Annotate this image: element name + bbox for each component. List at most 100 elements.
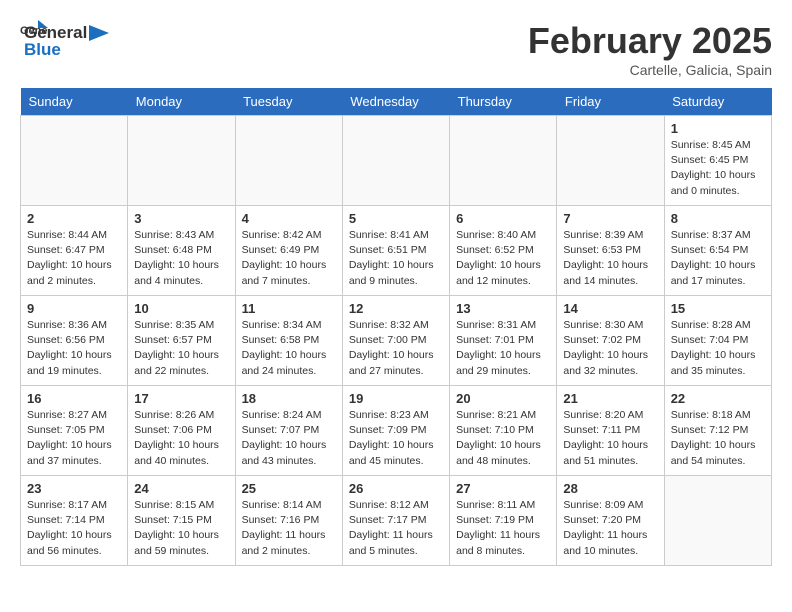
calendar-week-2: 2 Sunrise: 8:44 AM Sunset: 6:47 PM Daylig… — [21, 206, 772, 296]
calendar-cell: 20 Sunrise: 8:21 AM Sunset: 7:10 PM Dayli… — [450, 386, 557, 476]
day-number: 22 — [671, 391, 765, 406]
calendar-cell: 8 Sunrise: 8:37 AM Sunset: 6:54 PM Daylig… — [664, 206, 771, 296]
calendar-cell: 5 Sunrise: 8:41 AM Sunset: 6:51 PM Daylig… — [342, 206, 449, 296]
day-detail: Sunrise: 8:24 AM Sunset: 7:07 PM Dayligh… — [242, 408, 336, 469]
day-detail: Sunrise: 8:27 AM Sunset: 7:05 PM Dayligh… — [27, 408, 121, 469]
day-number: 21 — [563, 391, 657, 406]
day-detail: Sunrise: 8:35 AM Sunset: 6:57 PM Dayligh… — [134, 318, 228, 379]
day-detail: Sunrise: 8:21 AM Sunset: 7:10 PM Dayligh… — [456, 408, 550, 469]
day-detail: Sunrise: 8:45 AM Sunset: 6:45 PM Dayligh… — [671, 138, 765, 199]
day-number: 7 — [563, 211, 657, 226]
day-number: 14 — [563, 301, 657, 316]
calendar-cell: 10 Sunrise: 8:35 AM Sunset: 6:57 PM Dayli… — [128, 296, 235, 386]
day-number: 15 — [671, 301, 765, 316]
calendar-cell: 24 Sunrise: 8:15 AM Sunset: 7:15 PM Dayli… — [128, 476, 235, 566]
day-number: 11 — [242, 301, 336, 316]
day-detail: Sunrise: 8:31 AM Sunset: 7:01 PM Dayligh… — [456, 318, 550, 379]
title-area: February 2025 Cartelle, Galicia, Spain — [528, 20, 772, 78]
day-detail: Sunrise: 8:18 AM Sunset: 7:12 PM Dayligh… — [671, 408, 765, 469]
day-detail: Sunrise: 8:44 AM Sunset: 6:47 PM Dayligh… — [27, 228, 121, 289]
day-number: 20 — [456, 391, 550, 406]
calendar-cell — [235, 116, 342, 206]
calendar-cell: 23 Sunrise: 8:17 AM Sunset: 7:14 PM Dayli… — [21, 476, 128, 566]
calendar-cell: 12 Sunrise: 8:32 AM Sunset: 7:00 PM Dayli… — [342, 296, 449, 386]
calendar-cell: 14Sunrise: 8:30 AM Sunset: 7:02 PM Dayli… — [557, 296, 664, 386]
day-number: 10 — [134, 301, 228, 316]
column-header-tuesday: Tuesday — [235, 88, 342, 116]
day-number: 5 — [349, 211, 443, 226]
column-header-monday: Monday — [128, 88, 235, 116]
calendar-cell — [664, 476, 771, 566]
calendar-cell — [21, 116, 128, 206]
day-number: 26 — [349, 481, 443, 496]
day-number: 18 — [242, 391, 336, 406]
calendar-cell: 13Sunrise: 8:31 AM Sunset: 7:01 PM Dayli… — [450, 296, 557, 386]
logo-arrow-icon — [89, 25, 109, 41]
column-header-saturday: Saturday — [664, 88, 771, 116]
calendar-cell — [128, 116, 235, 206]
day-detail: Sunrise: 8:09 AM Sunset: 7:20 PM Dayligh… — [563, 498, 657, 559]
day-number: 8 — [671, 211, 765, 226]
calendar-week-4: 16 Sunrise: 8:27 AM Sunset: 7:05 PM Dayli… — [21, 386, 772, 476]
day-number: 17 — [134, 391, 228, 406]
calendar-header-row: SundayMondayTuesdayWednesdayThursdayFrid… — [21, 88, 772, 116]
calendar-cell — [557, 116, 664, 206]
calendar-cell: 19Sunrise: 8:23 AM Sunset: 7:09 PM Dayli… — [342, 386, 449, 476]
day-number: 24 — [134, 481, 228, 496]
day-number: 6 — [456, 211, 550, 226]
calendar-cell — [450, 116, 557, 206]
column-header-friday: Friday — [557, 88, 664, 116]
calendar-subtitle: Cartelle, Galicia, Spain — [528, 62, 772, 78]
calendar-cell: 21 Sunrise: 8:20 AM Sunset: 7:11 PM Dayli… — [557, 386, 664, 476]
day-number: 12 — [349, 301, 443, 316]
logo-block: General Blue — [24, 24, 109, 59]
day-detail: Sunrise: 8:41 AM Sunset: 6:51 PM Dayligh… — [349, 228, 443, 289]
day-detail: Sunrise: 8:32 AM Sunset: 7:00 PM Dayligh… — [349, 318, 443, 379]
calendar-cell: 27 Sunrise: 8:11 AM Sunset: 7:19 PM Dayli… — [450, 476, 557, 566]
calendar-cell: 25 Sunrise: 8:14 AM Sunset: 7:16 PM Dayli… — [235, 476, 342, 566]
day-detail: Sunrise: 8:17 AM Sunset: 7:14 PM Dayligh… — [27, 498, 121, 559]
day-number: 16 — [27, 391, 121, 406]
calendar-week-1: 1 Sunrise: 8:45 AM Sunset: 6:45 PM Daylig… — [21, 116, 772, 206]
column-header-sunday: Sunday — [21, 88, 128, 116]
day-number: 19 — [349, 391, 443, 406]
calendar-cell: 18 Sunrise: 8:24 AM Sunset: 7:07 PM Dayli… — [235, 386, 342, 476]
calendar-cell: 28Sunrise: 8:09 AM Sunset: 7:20 PM Dayli… — [557, 476, 664, 566]
header: General February 2025 Cartelle, Galicia,… — [20, 20, 772, 78]
day-detail: Sunrise: 8:39 AM Sunset: 6:53 PM Dayligh… — [563, 228, 657, 289]
calendar-cell: 22 Sunrise: 8:18 AM Sunset: 7:12 PM Dayli… — [664, 386, 771, 476]
day-number: 23 — [27, 481, 121, 496]
calendar-cell: 11 Sunrise: 8:34 AM Sunset: 6:58 PM Dayli… — [235, 296, 342, 386]
calendar-cell: 3 Sunrise: 8:43 AM Sunset: 6:48 PM Daylig… — [128, 206, 235, 296]
column-header-wednesday: Wednesday — [342, 88, 449, 116]
day-detail: Sunrise: 8:11 AM Sunset: 7:19 PM Dayligh… — [456, 498, 550, 559]
day-detail: Sunrise: 8:15 AM Sunset: 7:15 PM Dayligh… — [134, 498, 228, 559]
day-detail: Sunrise: 8:20 AM Sunset: 7:11 PM Dayligh… — [563, 408, 657, 469]
day-number: 27 — [456, 481, 550, 496]
calendar-week-3: 9Sunrise: 8:36 AM Sunset: 6:56 PM Daylig… — [21, 296, 772, 386]
calendar-cell: 2 Sunrise: 8:44 AM Sunset: 6:47 PM Daylig… — [21, 206, 128, 296]
day-detail: Sunrise: 8:28 AM Sunset: 7:04 PM Dayligh… — [671, 318, 765, 379]
day-detail: Sunrise: 8:43 AM Sunset: 6:48 PM Dayligh… — [134, 228, 228, 289]
calendar-cell: 1 Sunrise: 8:45 AM Sunset: 6:45 PM Daylig… — [664, 116, 771, 206]
day-number: 1 — [671, 121, 765, 136]
calendar-cell: 7 Sunrise: 8:39 AM Sunset: 6:53 PM Daylig… — [557, 206, 664, 296]
calendar-cell: 15 Sunrise: 8:28 AM Sunset: 7:04 PM Dayli… — [664, 296, 771, 386]
day-number: 3 — [134, 211, 228, 226]
day-detail: Sunrise: 8:14 AM Sunset: 7:16 PM Dayligh… — [242, 498, 336, 559]
day-number: 9 — [27, 301, 121, 316]
day-detail: Sunrise: 8:42 AM Sunset: 6:49 PM Dayligh… — [242, 228, 336, 289]
calendar-cell: 17 Sunrise: 8:26 AM Sunset: 7:06 PM Dayli… — [128, 386, 235, 476]
day-number: 2 — [27, 211, 121, 226]
day-detail: Sunrise: 8:34 AM Sunset: 6:58 PM Dayligh… — [242, 318, 336, 379]
day-number: 4 — [242, 211, 336, 226]
day-number: 25 — [242, 481, 336, 496]
calendar-table: SundayMondayTuesdayWednesdayThursdayFrid… — [20, 88, 772, 566]
calendar-cell: 9Sunrise: 8:36 AM Sunset: 6:56 PM Daylig… — [21, 296, 128, 386]
calendar-cell: 26Sunrise: 8:12 AM Sunset: 7:17 PM Dayli… — [342, 476, 449, 566]
calendar-cell: 4 Sunrise: 8:42 AM Sunset: 6:49 PM Daylig… — [235, 206, 342, 296]
day-detail: Sunrise: 8:26 AM Sunset: 7:06 PM Dayligh… — [134, 408, 228, 469]
day-detail: Sunrise: 8:37 AM Sunset: 6:54 PM Dayligh… — [671, 228, 765, 289]
calendar-week-5: 23 Sunrise: 8:17 AM Sunset: 7:14 PM Dayli… — [21, 476, 772, 566]
calendar-cell: 6Sunrise: 8:40 AM Sunset: 6:52 PM Daylig… — [450, 206, 557, 296]
